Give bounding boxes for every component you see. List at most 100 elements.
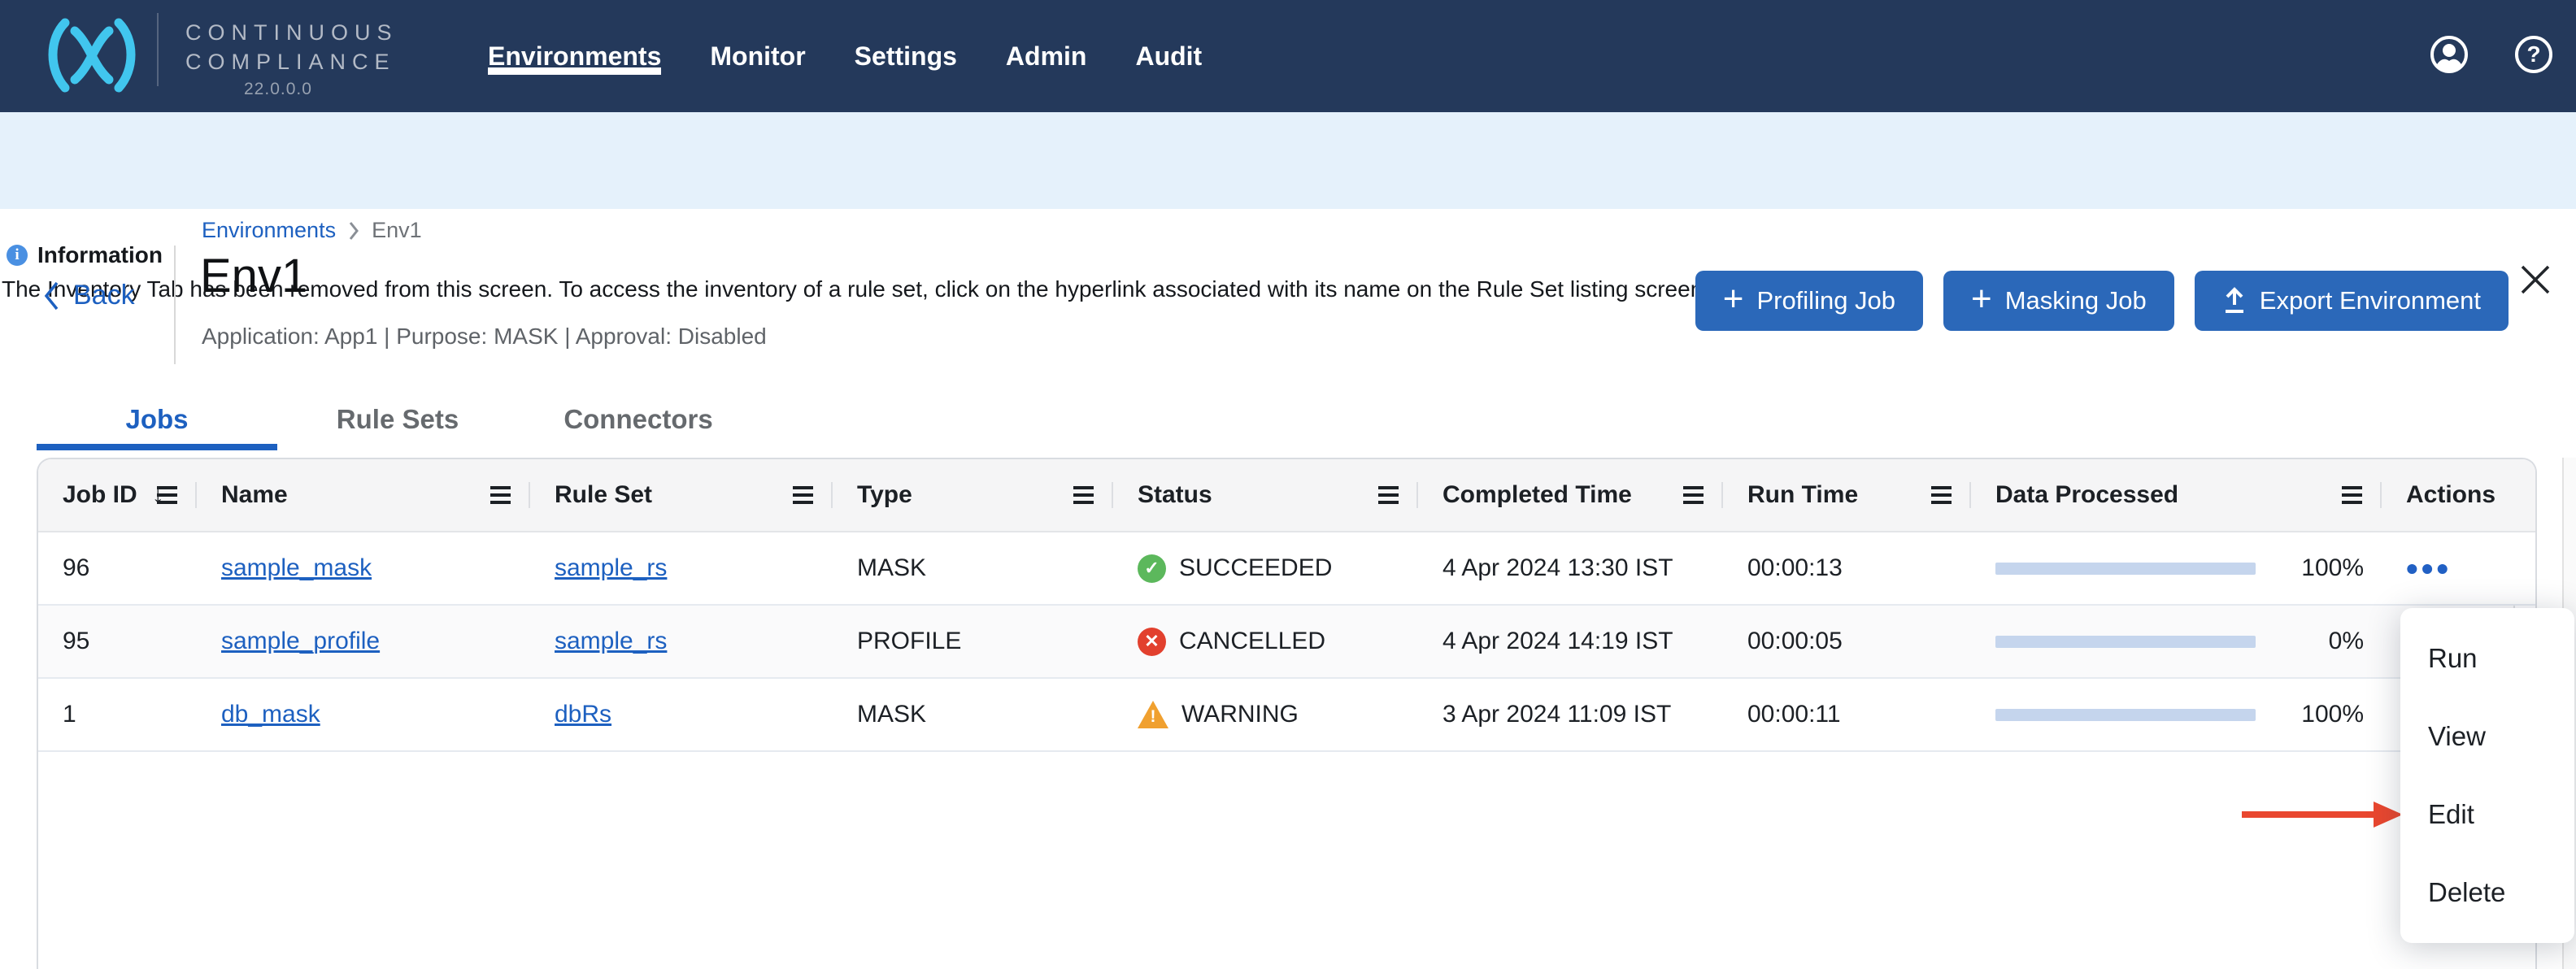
profiling-job-label: Profiling Job [1756, 286, 1895, 315]
breadcrumb: Environments Env1 [202, 218, 422, 243]
progress-percent: 0% [2329, 628, 2382, 655]
cell-completed-time: 3 Apr 2024 11:09 IST [1418, 679, 1723, 750]
cell-completed-time: 4 Apr 2024 13:30 IST [1418, 532, 1723, 604]
breadcrumb-environments-link[interactable]: Environments [202, 218, 336, 243]
cell-rule-set: sample_rs [530, 606, 833, 677]
nav-icons: ? [2430, 0, 2553, 112]
plus-icon: + [1723, 281, 1744, 317]
cell-name: sample_mask [197, 532, 530, 604]
cell-data-processed: 100% [1971, 532, 2382, 604]
menu-item-run[interactable]: Run [2400, 619, 2574, 697]
title-divider [174, 246, 176, 364]
cell-status: !WARNING [1113, 679, 1418, 750]
back-button[interactable]: Back [42, 280, 135, 311]
column-menu-icon[interactable] [1378, 486, 1399, 504]
cell-actions: ••• [2382, 532, 2517, 604]
top-navbar: CONTINUOUS COMPLIANCE 22.0.0.0 Environme… [0, 0, 2576, 112]
page-title: Env1 [200, 249, 307, 303]
delphix-logo-icon[interactable] [42, 18, 141, 97]
cell-name: db_mask [197, 679, 530, 750]
main-nav: Environments Monitor Settings Admin Audit [488, 0, 1202, 112]
rule-set-link[interactable]: sample_rs [555, 628, 667, 655]
cell-data-processed: 0% [1971, 606, 2382, 677]
banner-title: Information [37, 242, 163, 268]
nav-item-environments[interactable]: Environments [488, 0, 661, 112]
column-label: Status [1138, 481, 1212, 509]
cancelled-x-icon: ✕ [1138, 628, 1166, 656]
column-header-type: Type [833, 459, 1113, 531]
column-menu-icon[interactable] [2342, 486, 2362, 504]
help-icon[interactable]: ? [2514, 35, 2553, 78]
cell-run-time: 00:00:13 [1723, 532, 1971, 604]
cell-type: PROFILE [833, 606, 1113, 677]
nav-item-settings[interactable]: Settings [855, 0, 957, 112]
menu-item-delete[interactable]: Delete [2400, 854, 2574, 932]
header-action-buttons: + Profiling Job + Masking Job Export Env… [1695, 271, 2509, 331]
job-type-value: MASK [857, 701, 926, 728]
column-menu-icon[interactable] [1931, 486, 1952, 504]
tab-jobs[interactable]: Jobs [37, 389, 277, 450]
table-body: 96sample_masksample_rsMASK✓SUCCEEDED4 Ap… [38, 532, 2535, 752]
progress-bar [1995, 563, 2256, 575]
back-label: Back [73, 280, 135, 311]
rule-set-link[interactable]: sample_rs [555, 554, 667, 582]
table-row: 96sample_masksample_rsMASK✓SUCCEEDED4 Ap… [38, 532, 2535, 606]
chevron-right-icon [347, 220, 360, 241]
cell-job-id: 1 [38, 679, 197, 750]
column-menu-icon[interactable] [1683, 486, 1704, 504]
column-menu-icon[interactable] [490, 486, 511, 504]
column-label: Actions [2406, 481, 2496, 509]
progress-bar [1995, 636, 2256, 648]
column-label: Name [221, 481, 288, 509]
column-menu-icon[interactable] [157, 486, 177, 504]
table-row: 95sample_profilesample_rsPROFILE✕CANCELL… [38, 606, 2535, 679]
menu-item-edit[interactable]: Edit [2400, 776, 2574, 854]
info-icon: i [7, 245, 28, 266]
column-label: Rule Set [555, 481, 652, 509]
profiling-job-button[interactable]: + Profiling Job [1695, 271, 1923, 331]
status-label: WARNING [1181, 701, 1299, 728]
nav-item-admin[interactable]: Admin [1006, 0, 1087, 112]
close-icon[interactable] [2517, 262, 2553, 298]
account-icon[interactable] [2430, 35, 2469, 78]
completed-time-value: 4 Apr 2024 13:30 IST [1442, 554, 1673, 582]
column-label: Completed Time [1442, 481, 1632, 509]
cell-completed-time: 4 Apr 2024 14:19 IST [1418, 606, 1723, 677]
breadcrumb-current: Env1 [372, 218, 422, 243]
job-name-link[interactable]: sample_profile [221, 628, 380, 655]
job-name-link[interactable]: db_mask [221, 701, 320, 728]
rule-set-link[interactable]: dbRs [555, 701, 611, 728]
row-actions-button[interactable]: ••• [2406, 560, 2452, 577]
menu-item-view[interactable]: View [2400, 697, 2574, 776]
tab-connectors[interactable]: Connectors [518, 389, 759, 450]
tab-bar: JobsRule SetsConnectors [37, 389, 759, 450]
job-name-link[interactable]: sample_mask [221, 554, 372, 582]
masking-job-button[interactable]: + Masking Job [1943, 271, 2174, 331]
brand-name: CONTINUOUS COMPLIANCE [185, 18, 398, 76]
chevron-left-icon [42, 280, 60, 311]
column-header-status: Status [1113, 459, 1418, 531]
annotation-arrow [2242, 802, 2403, 828]
page-subtitle: Application: App1 | Purpose: MASK | Appr… [202, 324, 767, 350]
column-menu-icon[interactable] [793, 486, 813, 504]
app-window: CONTINUOUS COMPLIANCE 22.0.0.0 Environme… [0, 0, 2576, 969]
success-check-icon: ✓ [1138, 554, 1166, 583]
nav-item-monitor[interactable]: Monitor [710, 0, 805, 112]
nav-item-audit[interactable]: Audit [1135, 0, 1202, 112]
brand-line2: COMPLIANCE [185, 47, 398, 76]
export-icon [2222, 287, 2247, 315]
cell-status: ✕ CANCELLED [1113, 606, 1418, 677]
tab-rule-sets[interactable]: Rule Sets [277, 389, 518, 450]
info-banner: i Information The Inventory Tab has been… [0, 112, 2576, 209]
job-type-value: PROFILE [857, 628, 961, 655]
progress-percent: 100% [2301, 554, 2382, 582]
plus-icon: + [1971, 281, 1992, 317]
brand-divider [157, 13, 159, 86]
column-menu-icon[interactable] [1073, 486, 1094, 504]
column-header-run-time: Run Time [1723, 459, 1971, 531]
status-label: CANCELLED [1179, 628, 1325, 655]
cell-run-time: 00:00:05 [1723, 606, 1971, 677]
cell-type: MASK [833, 679, 1113, 750]
cell-job-id: 96 [38, 532, 197, 604]
export-environment-button[interactable]: Export Environment [2195, 271, 2509, 331]
